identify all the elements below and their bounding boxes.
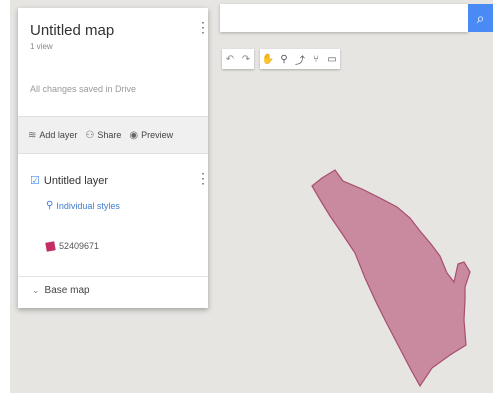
share-icon: ⚇ bbox=[85, 129, 95, 141]
add-layer-label: Add layer bbox=[39, 130, 78, 140]
preview-button[interactable]: ◉ Preview bbox=[129, 130, 173, 141]
layer-menu-icon[interactable]: ⋮ bbox=[196, 171, 210, 185]
redo-icon[interactable]: ↷ bbox=[238, 49, 254, 69]
preview-icon: ◉ bbox=[129, 129, 139, 141]
style-label: Individual styles bbox=[56, 200, 120, 211]
feature-label: 52409671 bbox=[59, 241, 100, 251]
share-label: Share bbox=[97, 130, 122, 140]
layer-checkbox[interactable]: ☑ bbox=[30, 174, 40, 187]
map-title[interactable]: Untitled map bbox=[30, 22, 114, 39]
undo-icon[interactable]: ↶ bbox=[222, 49, 238, 69]
feature-item[interactable]: 52409671 bbox=[45, 240, 100, 252]
map-toolbar: ↶ ↷ ✋ ⚲ ⤴ ⑂ ▭ bbox=[222, 49, 340, 69]
marker-icon[interactable]: ⚲ bbox=[276, 49, 292, 69]
add-layer-icon: ≋ bbox=[28, 129, 37, 141]
search-icon: ⌕ bbox=[476, 9, 485, 26]
style-icon: ⚲ bbox=[46, 200, 54, 211]
chevron-down-icon: ⌄ bbox=[32, 285, 40, 295]
panel-actions: ≋ Add layer ⚇ Share ◉ Preview bbox=[18, 116, 208, 154]
add-layer-button[interactable]: ≋ Add layer bbox=[28, 130, 77, 141]
layer-row[interactable]: ☑ Untitled layer bbox=[30, 174, 200, 188]
preview-label: Preview bbox=[141, 130, 174, 140]
ruler-icon[interactable]: ▭ bbox=[324, 49, 340, 69]
draw-line-icon[interactable]: ⤴ bbox=[292, 49, 308, 69]
share-button[interactable]: ⚇ Share bbox=[85, 130, 121, 141]
layer-style-link[interactable]: ⚲ Individual styles bbox=[46, 200, 120, 211]
map-panel: Untitled map 1 view ⋮ All changes saved … bbox=[18, 8, 210, 308]
basemap-row[interactable]: ⌄ Base map bbox=[32, 285, 90, 296]
hand-icon[interactable]: ✋ bbox=[260, 49, 276, 69]
basemap-label: Base map bbox=[44, 285, 90, 296]
search-button[interactable]: ⌕ bbox=[468, 4, 493, 32]
search-input[interactable] bbox=[220, 4, 468, 32]
view-count: 1 view bbox=[30, 42, 53, 51]
history-tools: ↶ ↷ bbox=[222, 49, 254, 69]
save-status: All changes saved in Drive bbox=[30, 84, 137, 94]
map-menu-icon[interactable]: ⋮ bbox=[196, 20, 210, 34]
route-icon[interactable]: ⑂ bbox=[308, 49, 324, 69]
divider bbox=[18, 276, 208, 277]
polygon-swatch-icon bbox=[45, 240, 56, 252]
drawing-tools: ✋ ⚲ ⤴ ⑂ ▭ bbox=[260, 49, 340, 69]
layer-name[interactable]: Untitled layer bbox=[44, 175, 108, 187]
